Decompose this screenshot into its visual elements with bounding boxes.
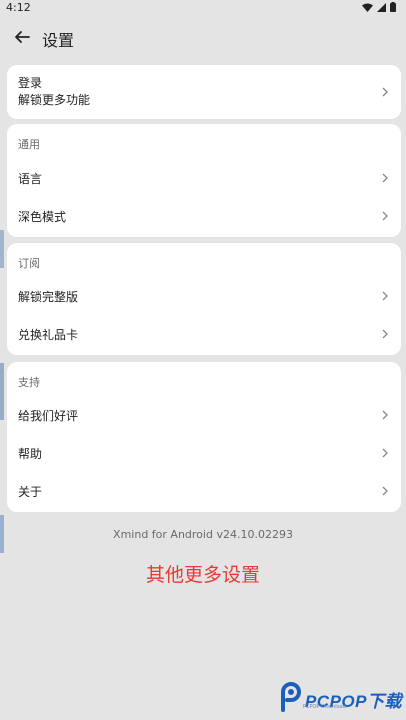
subscription-card: 订阅 解锁完整版 兑换礼品卡 (7, 243, 401, 355)
background-app-edge (0, 230, 4, 610)
dark-mode-label: 深色模式 (18, 209, 67, 224)
section-title-support: 支持 (18, 376, 40, 389)
redeem-gift-card-row[interactable]: 兑换礼品卡 (7, 316, 401, 352)
page-title: 设置 (42, 31, 75, 50)
unlock-full-row[interactable]: 解锁完整版 (7, 278, 401, 314)
pcpop-logo-icon (277, 682, 303, 716)
help-label: 帮助 (18, 446, 43, 461)
chevron-right-icon (382, 410, 388, 420)
rate-us-label: 给我们好评 (18, 408, 79, 423)
support-card: 支持 给我们好评 帮助 关于 (7, 362, 401, 512)
app-bar: 设置 (0, 16, 406, 62)
status-bar: 4:12 (0, 0, 406, 16)
rate-us-row[interactable]: 给我们好评 (7, 397, 401, 433)
language-label: 语言 (18, 171, 43, 186)
dark-mode-row[interactable]: 深色模式 (7, 198, 401, 234)
chevron-right-icon (382, 448, 388, 458)
chevron-right-icon (382, 486, 388, 496)
login-card[interactable]: 登录 解锁更多功能 (7, 65, 401, 119)
section-title-general: 通用 (18, 138, 40, 151)
unlock-full-label: 解锁完整版 (18, 289, 79, 304)
about-label: 关于 (18, 484, 43, 499)
battery-icon (390, 2, 396, 15)
section-title-subscription: 订阅 (18, 257, 40, 270)
chevron-right-icon (382, 291, 388, 301)
language-row[interactable]: 语言 (7, 160, 401, 196)
chevron-right-icon (382, 329, 388, 339)
back-button[interactable] (10, 27, 34, 51)
watermark: PCPOP下载 PCPOP Download (277, 682, 402, 716)
back-arrow-icon (14, 29, 30, 49)
version-text: Xmind for Android v24.10.02293 (113, 528, 293, 541)
redeem-gift-card-label: 兑换礼品卡 (18, 327, 79, 342)
login-title: 登录 (18, 76, 43, 90)
chevron-right-icon (382, 87, 388, 97)
chevron-right-icon (382, 211, 388, 221)
general-card: 通用 语言 深色模式 (7, 124, 401, 237)
help-row[interactable]: 帮助 (7, 435, 401, 471)
login-subtitle: 解锁更多功能 (18, 93, 91, 107)
watermark-tagline: PCPOP Download (302, 704, 346, 710)
wifi-icon (362, 2, 373, 15)
about-row[interactable]: 关于 (7, 473, 401, 509)
chevron-right-icon (382, 173, 388, 183)
signal-icon (377, 2, 386, 15)
promo-caption: 其他更多设置 (145, 564, 260, 586)
status-time: 4:12 (6, 1, 31, 14)
status-icons (362, 2, 396, 15)
